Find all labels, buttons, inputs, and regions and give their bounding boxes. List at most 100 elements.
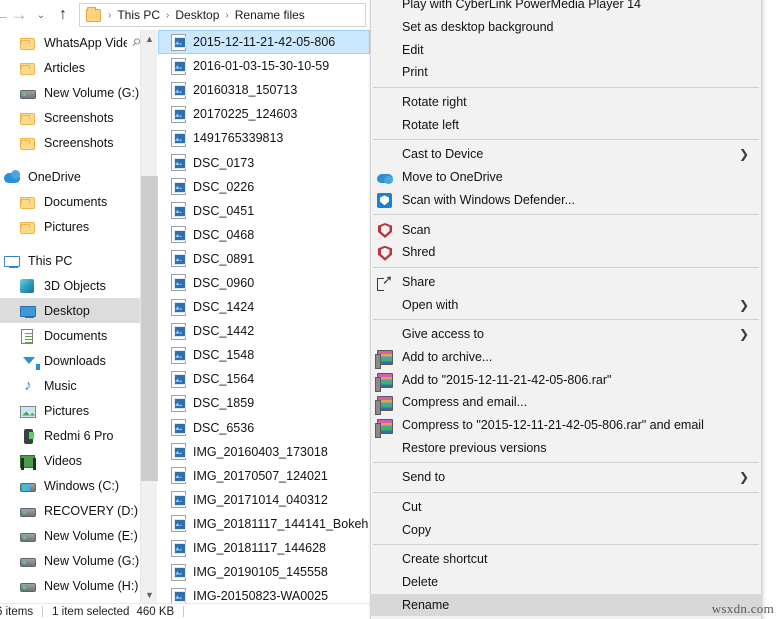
menu-item-share[interactable]: Share — [371, 271, 761, 294]
menu-item-restore-previous-versions[interactable]: Restore previous versions — [371, 436, 761, 459]
file-list-item[interactable]: IMG_20181117_144628 — [158, 536, 370, 560]
menu-item-label: Compress to "2015-12-11-21-42-05-806.rar… — [402, 418, 704, 433]
sidebar-item-new-volume-g[interactable]: New Volume (G:) — [0, 80, 140, 105]
breadcrumb-item-this-pc[interactable]: This PC — [115, 8, 162, 22]
breadcrumb[interactable]: › This PC › Desktop › Rename files — [79, 3, 366, 27]
sidebar-item-windows-c[interactable]: Windows (C:) — [0, 473, 140, 498]
scrollbar-thumb[interactable] — [141, 176, 158, 481]
menu-separator — [373, 318, 759, 320]
file-list-item[interactable]: IMG_20171014_040312 — [158, 488, 370, 512]
menu-item-send-to[interactable]: Send to ❯ — [371, 466, 761, 489]
menu-item-move-to-onedrive[interactable]: Move to OneDrive — [371, 166, 761, 189]
back-button[interactable]: ← — [0, 3, 10, 27]
file-list-item[interactable]: 2016-01-03-15-30-10-59 — [158, 54, 370, 78]
sidebar-item-pictures[interactable]: Pictures — [0, 398, 140, 423]
sidebar-item-articles[interactable]: Articles — [0, 55, 140, 80]
image-file-icon — [171, 178, 186, 196]
file-list-item[interactable]: DSC_0468 — [158, 223, 370, 247]
up-button[interactable]: ↑ — [52, 3, 74, 27]
menu-item-compress-and-email[interactable]: Compress and email... — [371, 391, 761, 415]
sidebar-item-recovery-d[interactable]: RECOVERY (D:) — [0, 498, 140, 523]
music-note-icon: ♪ — [24, 376, 32, 394]
recent-locations-icon[interactable]: ⌄ — [30, 3, 52, 27]
menu-item-label: Rotate left — [402, 117, 459, 132]
forward-button[interactable]: → — [8, 3, 30, 27]
menu-item-rotate-right[interactable]: Rotate right — [371, 91, 761, 114]
sidebar-item-documents[interactable]: Documents — [0, 323, 140, 348]
sidebar-item-screenshots[interactable]: Screenshots — [0, 105, 140, 130]
sidebar-item-new-volume-g[interactable]: New Volume (G:) — [0, 548, 140, 573]
sidebar-item-onedrive[interactable]: OneDrive — [0, 164, 140, 189]
sidebar-item-redmi-6-pro[interactable]: Redmi 6 Pro — [0, 423, 140, 448]
file-list-item[interactable]: IMG-20150823-WA0025 — [158, 584, 370, 603]
file-list[interactable]: 2015-12-11-21-42-05-806 2016-01-03-15-30-… — [158, 30, 370, 603]
sidebar-item-this-pc[interactable]: This PC — [0, 248, 140, 273]
file-list-item[interactable]: IMG_20160403_173018 — [158, 440, 370, 464]
file-list-item[interactable]: DSC_1442 — [158, 319, 370, 343]
menu-item-shred[interactable]: Shred — [371, 241, 761, 264]
file-list-item[interactable]: DSC_0451 — [158, 199, 370, 223]
file-list-item[interactable]: IMG_20170507_124021 — [158, 464, 370, 488]
image-file-icon — [171, 154, 186, 172]
menu-item-label: Create shortcut — [402, 552, 488, 567]
menu-item-set-as-desktop-background[interactable]: Set as desktop background — [371, 16, 761, 39]
sidebar-item-pictures[interactable]: Pictures — [0, 214, 140, 239]
context-menu[interactable]: Play with CyberLink PowerMedia Player 14… — [370, 0, 762, 619]
menu-item-add-to-2015-12-11-21-42-05-806-rar[interactable]: Add to "2015-12-11-21-42-05-806.rar" — [371, 368, 761, 393]
file-list-item[interactable]: DSC_1859 — [158, 391, 370, 415]
sidebar-item-documents[interactable]: Documents — [0, 189, 140, 214]
file-list-item[interactable]: IMG_20190105_145558 — [158, 560, 370, 584]
menu-item-copy[interactable]: Copy — [371, 518, 761, 541]
menu-item-edit[interactable]: Edit — [371, 38, 761, 61]
menu-item-compress-to-2015-12-11-21-42-05-806-rar-[interactable]: Compress to "2015-12-11-21-42-05-806.rar… — [371, 414, 761, 438]
file-list-item[interactable]: 20170225_124603 — [158, 102, 370, 126]
menu-item-scan-with-windows-defender[interactable]: Scan with Windows Defender... — [371, 189, 761, 212]
menu-item-rename[interactable]: Rename — [371, 593, 761, 617]
menu-item-play-with-cyberlink-powermedia-player-14[interactable]: Play with CyberLink PowerMedia Player 14 — [371, 0, 761, 16]
navigation-pane[interactable]: WhatsApp Video⚲ Articles New Volume (G:) Sc… — [0, 30, 140, 603]
menu-item-delete[interactable]: Delete — [371, 571, 761, 594]
menu-item-rotate-left[interactable]: Rotate left — [371, 113, 761, 136]
file-list-item[interactable]: 2015-12-11-21-42-05-806 — [158, 30, 370, 55]
sidebar-item-whatsapp-video[interactable]: WhatsApp Video⚲ — [0, 30, 140, 55]
file-list-item[interactable]: DSC_0960 — [158, 271, 370, 295]
sidebar-item-desktop[interactable]: Desktop — [0, 298, 140, 323]
menu-item-give-access-to[interactable]: Give access to ❯ — [371, 323, 761, 346]
chevron-down-icon[interactable]: ▼ — [141, 586, 158, 603]
menu-icon-none — [377, 439, 394, 456]
menu-item-cast-to-device[interactable]: Cast to Device ❯ — [371, 143, 761, 166]
file-list-item[interactable]: 20160318_150713 — [158, 78, 370, 102]
menu-item-add-to-archive[interactable]: Add to archive... — [371, 346, 761, 370]
sidebar-item-new-volume-e[interactable]: New Volume (E:) — [0, 523, 140, 548]
file-list-item[interactable]: IMG_20181117_144141_Bokeh — [158, 512, 370, 536]
sidebar-item-downloads[interactable]: Downloads — [0, 348, 140, 373]
file-list-item[interactable]: DSC_1424 — [158, 295, 370, 319]
menu-item-cut[interactable]: Cut — [371, 496, 761, 519]
file-list-item[interactable]: DSC_1548 — [158, 343, 370, 367]
breadcrumb-item-rename-files[interactable]: Rename files — [233, 8, 307, 22]
file-list-item[interactable]: DSC_6536 — [158, 416, 370, 440]
menu-item-scan[interactable]: Scan — [371, 218, 761, 241]
file-list-item[interactable]: DSC_0226 — [158, 175, 370, 199]
nav-pane-scrollbar[interactable]: ▲ ▼ — [140, 30, 158, 603]
sidebar-item-videos[interactable]: Videos — [0, 448, 140, 473]
chevron-up-icon[interactable]: ▲ — [141, 30, 158, 47]
download-icon — [20, 353, 40, 370]
folder-icon — [20, 110, 37, 126]
menu-separator — [373, 139, 759, 141]
menu-item-print[interactable]: Print — [371, 61, 761, 84]
sidebar-item-music[interactable]: ♪ Music — [0, 373, 140, 398]
file-list-item[interactable]: DSC_1564 — [158, 367, 370, 391]
file-list-item[interactable]: 1491765339813 — [158, 126, 370, 150]
image-file-icon — [171, 370, 186, 388]
file-list-item[interactable]: DSC_0173 — [158, 150, 370, 174]
sidebar-item-screenshots[interactable]: Screenshots — [0, 130, 140, 155]
sidebar-item-new-volume-h[interactable]: New Volume (H:) — [0, 573, 140, 598]
menu-item-open-with[interactable]: Open with ❯ — [371, 293, 761, 316]
file-name: DSC_1424 — [193, 300, 255, 315]
sidebar-item-3d-objects[interactable]: 3D Objects — [0, 273, 140, 298]
image-file-icon — [171, 322, 186, 340]
breadcrumb-item-desktop[interactable]: Desktop — [173, 8, 221, 22]
menu-item-create-shortcut[interactable]: Create shortcut — [371, 548, 761, 571]
file-list-item[interactable]: DSC_0891 — [158, 247, 370, 271]
